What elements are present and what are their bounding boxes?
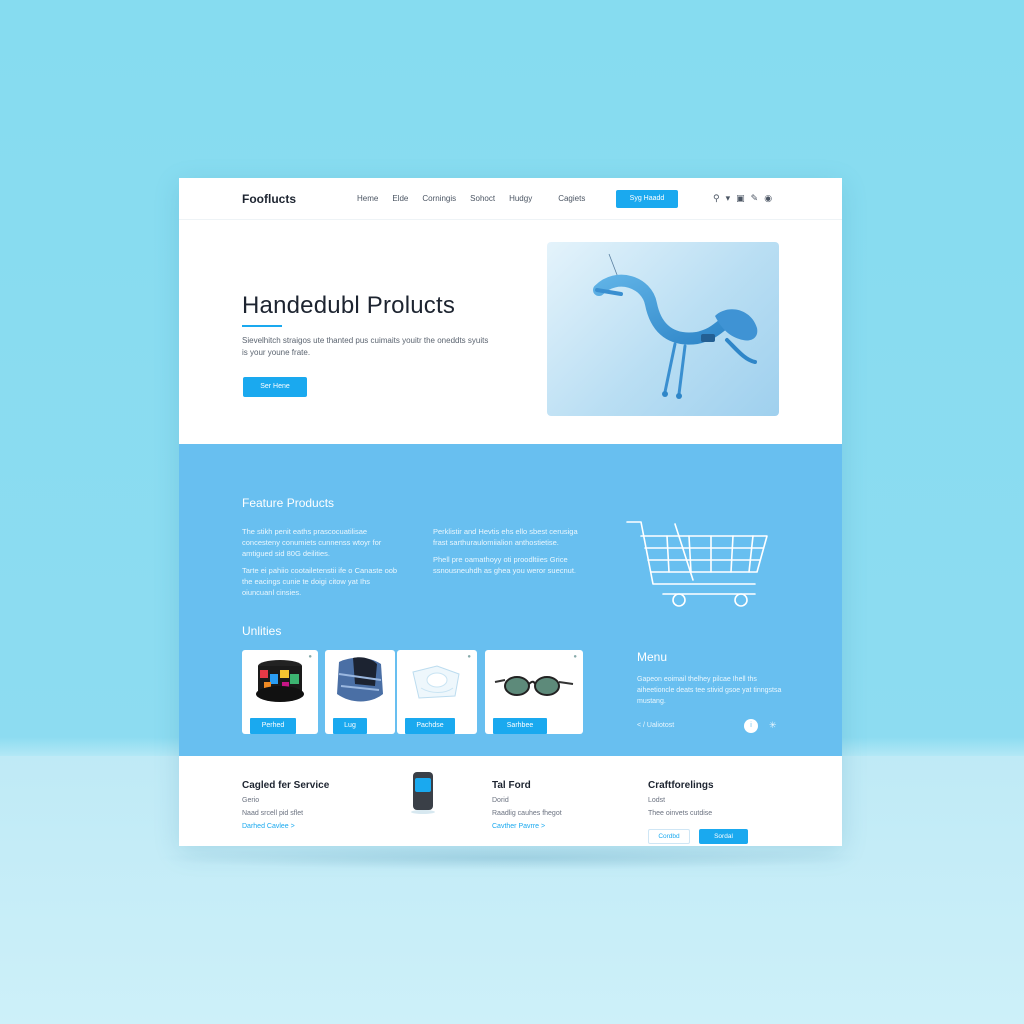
bag-icon[interactable]: ▣ <box>736 193 745 203</box>
featured-paragraph: Tarte ei pahiio cootailetenstii ife o Ca… <box>242 566 398 597</box>
footer-link[interactable]: Darhed Cavlee > <box>242 823 329 830</box>
featured-column-1: The stikh penit eaths prascocuatilisae c… <box>242 526 402 604</box>
footer-column-2: Tal Ford Dorid Raadlig cauhes fhegot Cav… <box>492 780 562 830</box>
hero-description: Sievelhitch straigos ute thanted pus cui… <box>242 336 489 357</box>
footer-text: Raadlig cauhes fhegot <box>492 810 562 817</box>
footer-sub: Dorid <box>492 797 509 804</box>
search-icon[interactable]: ⚲ <box>713 193 720 203</box>
page-shadow <box>150 846 870 870</box>
nav-link-home[interactable]: Heme <box>357 194 378 203</box>
submit-button[interactable]: Sordal <box>699 829 748 844</box>
blue-sculpture-image <box>593 253 758 399</box>
hero-underline <box>242 325 282 327</box>
footer-section: Cagled fer Service Gerio Naad srcell pid… <box>179 756 842 846</box>
footer-link[interactable]: Cavther Pavrre > <box>492 823 562 830</box>
footer-column-1: Cagled fer Service Gerio Naad srcell pid… <box>242 780 329 830</box>
edit-icon[interactable]: ✎ <box>751 193 759 203</box>
menu-description: Gapeon eoimail thelhey pilcae Ihell ths … <box>637 676 782 705</box>
website-mockup: Fooflucts Heme Elde Corningis Sohoct Hud… <box>179 178 842 846</box>
scarf-image <box>337 657 383 702</box>
lock-icon[interactable]: ◉ <box>764 193 772 203</box>
nav-cta-button[interactable]: Syg Haadd <box>616 190 678 208</box>
featured-column-2: Perklistir and Hevtis ehs ello sbest cer… <box>433 526 593 582</box>
product-card[interactable]: ● Sarhbee <box>485 650 583 734</box>
hero-product-image <box>547 242 779 416</box>
featured-title: Feature Products <box>242 496 335 510</box>
footer-buttons: Cordbd Sordal <box>648 829 748 844</box>
nav-links: Heme Elde Corningis Sohoct Hudgy Cagiets <box>357 194 599 203</box>
product-card[interactable]: ● Pachdse <box>397 650 477 734</box>
footer-heading: Cagled fer Service <box>242 780 330 791</box>
footer-sub: Lodst <box>648 797 666 804</box>
menu-pagination[interactable]: < / Ualiotost <box>637 722 674 729</box>
card-button[interactable]: Sarhbee <box>493 718 547 734</box>
nav-link-6[interactable]: Cagiets <box>558 194 585 203</box>
nav-link-5[interactable]: Hudgy <box>509 194 532 203</box>
badge-icon: ● <box>573 654 577 660</box>
settings-icon[interactable]: ✳ <box>769 720 777 731</box>
badge-icon: ● <box>308 654 312 660</box>
card-button[interactable]: Lug <box>333 718 367 734</box>
colorful-cap-image <box>256 660 304 702</box>
featured-paragraph: Phell pre oamathoyy oti proodltiies Gric… <box>433 555 577 575</box>
featured-paragraph: The stikh penit eaths prascocuatilisae c… <box>242 527 382 558</box>
device-image <box>411 772 435 814</box>
contact-button[interactable]: Cordbd <box>648 829 690 844</box>
product-card[interactable]: Lug <box>325 650 395 734</box>
shopping-cart-icon <box>626 521 768 607</box>
filter-icon[interactable]: ▾ <box>726 193 731 203</box>
footer-text: Naad srcell pid sflet <box>242 810 304 817</box>
sunglasses-image <box>494 676 574 696</box>
footer-heading: Craftforelings <box>648 780 714 791</box>
footer-sub: Gerio <box>242 797 260 804</box>
clear-cup-image <box>412 665 460 699</box>
nav-link-3[interactable]: Corningis <box>422 194 456 203</box>
site-logo[interactable]: Fooflucts <box>242 192 296 206</box>
top-navbar: Fooflucts Heme Elde Corningis Sohoct Hud… <box>179 178 842 220</box>
nav-icons: ⚲ ▾ ▣ ✎ ◉ <box>713 193 772 203</box>
badge-icon: ● <box>467 654 471 660</box>
menu-title: Menu <box>637 650 668 664</box>
card-button[interactable]: Perhed <box>250 718 296 734</box>
featured-paragraph: Perklistir and Hevtis ehs ello sbest cer… <box>433 527 578 547</box>
footer-text: Thee oinvets cutdise <box>648 810 713 817</box>
footer-column-3: Craftforelings Lodst Thee oinvets cutdis… <box>648 780 714 823</box>
nav-link-2[interactable]: Elde <box>392 194 408 203</box>
utilities-title: Unlities <box>242 624 282 638</box>
product-card[interactable]: ● Perhed <box>242 650 318 734</box>
card-button[interactable]: Pachdse <box>405 718 455 734</box>
hero-title: Handedubl Prolucts <box>242 292 456 319</box>
featured-section: Feature Products The stikh penit eaths p… <box>179 444 842 756</box>
info-icon[interactable]: i <box>744 719 758 733</box>
hero-button[interactable]: Ser Hene <box>243 377 307 397</box>
nav-link-4[interactable]: Sohoct <box>470 194 495 203</box>
footer-heading: Tal Ford <box>492 780 531 791</box>
